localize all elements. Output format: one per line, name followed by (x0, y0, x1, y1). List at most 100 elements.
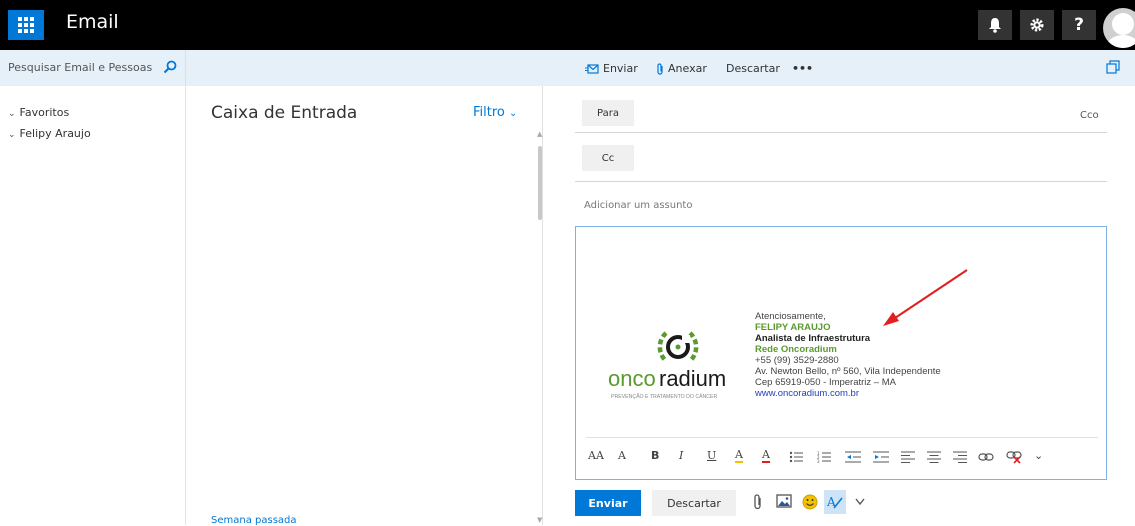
chevron-down-icon: ⌄ (8, 130, 16, 140)
insert-picture-icon[interactable] (776, 494, 792, 508)
attach-command[interactable]: Anexar (656, 62, 707, 75)
numbering-icon[interactable]: 123 (817, 451, 831, 463)
send-mail-icon (585, 63, 599, 74)
signature-company: Rede Oncoradium (755, 344, 837, 355)
font-size-down-label: AA (588, 449, 604, 462)
nav-item-label: Favoritos (19, 106, 70, 119)
chevron-down-icon: ⌄ (509, 108, 518, 119)
more-formatting-button[interactable]: ⌄ (1034, 449, 1043, 462)
bcc-button[interactable]: Cco (1080, 110, 1099, 121)
nav-item-account[interactable]: ⌄ Felipy Araujo (8, 127, 91, 140)
attach-command-label: Anexar (668, 62, 707, 75)
divider (575, 181, 1107, 182)
send-button[interactable]: Enviar (575, 490, 641, 516)
scroll-up-arrow[interactable]: ▲ (537, 130, 542, 138)
avatar[interactable] (1103, 8, 1135, 48)
filter-button[interactable]: Filtro ⌄ (473, 105, 517, 120)
align-right-icon[interactable] (953, 451, 967, 463)
settings-button[interactable] (1020, 10, 1054, 40)
send-command-label: Enviar (603, 62, 638, 75)
signature-phone: +55 (99) 3529-2880 (755, 355, 839, 366)
compose-actions: Enviar Descartar A (575, 488, 1107, 518)
signature-name: FELIPY ARAUJO (755, 322, 831, 333)
highlight-button[interactable]: A (735, 449, 743, 463)
font-size-increase-button[interactable]: A (618, 449, 626, 462)
radium-symbol-icon: onco radium PREVENÇÃO E TRATAMENTO DO CÂ… (608, 331, 726, 400)
divider (575, 132, 1107, 133)
signature-greeting: Atenciosamente, (755, 311, 826, 322)
outdent-icon[interactable] (845, 451, 861, 463)
popout-icon[interactable] (1106, 60, 1120, 74)
nav-item-label: Felipy Araujo (19, 127, 91, 140)
signature-address: Av. Newton Bello, nº 560, Vila Independe… (755, 366, 941, 377)
emoji-icon[interactable] (802, 494, 818, 510)
discard-command[interactable]: Descartar (726, 62, 780, 75)
command-bar: Enviar Anexar Descartar ••• (186, 50, 1135, 86)
bold-button[interactable]: B (651, 449, 659, 462)
compose-pane: Para Cco Cc Adicionar um assunto onco ra… (560, 86, 1135, 525)
discard-button[interactable]: Descartar (652, 490, 736, 516)
chevron-down-icon: ⌄ (8, 109, 16, 119)
scroll-down-arrow[interactable]: ▼ (537, 516, 542, 524)
group-header: Semana passada (211, 515, 297, 526)
search-icon[interactable] (163, 60, 177, 74)
signature-website-link[interactable]: www.oncoradium.com.br (755, 388, 941, 399)
underline-button[interactable]: U (707, 449, 716, 462)
link-icon[interactable] (978, 452, 994, 462)
scrollbar-thumb[interactable] (538, 146, 542, 220)
font-color-button[interactable]: A (762, 449, 770, 463)
align-left-icon[interactable] (901, 451, 915, 463)
search-input[interactable]: Pesquisar Email e Pessoas (8, 61, 152, 74)
italic-button[interactable]: I (679, 449, 683, 462)
message-list: Caixa de Entrada Filtro ⌄ ▲ ▼ Semana pas… (187, 86, 543, 526)
email-signature: Atenciosamente, FELIPY ARAUJO Analista d… (755, 311, 941, 399)
subject-input[interactable]: Adicionar um assunto (584, 200, 692, 211)
font-size-up-label: A (618, 449, 626, 462)
align-center-icon[interactable] (927, 451, 941, 463)
more-icon: ••• (792, 62, 814, 75)
top-bar: Email ? (0, 0, 1135, 50)
folder-pane: ⌄ Favoritos ⌄ Felipy Araujo (0, 86, 186, 525)
cc-button[interactable]: Cc (582, 145, 634, 171)
waffle-icon (18, 17, 34, 33)
paperclip-icon[interactable] (753, 494, 763, 510)
logo-tagline: PREVENÇÃO E TRATAMENTO DO CÂNCER (611, 393, 718, 400)
chevron-down-icon[interactable] (855, 498, 865, 506)
message-body-editor[interactable]: onco radium PREVENÇÃO E TRATAMENTO DO CÂ… (575, 226, 1107, 480)
divider (586, 437, 1098, 438)
chevron-down-icon: ⌄ (1034, 449, 1044, 462)
font-size-decrease-button[interactable]: AA (588, 449, 604, 462)
to-button[interactable]: Para (582, 100, 634, 126)
gear-icon (1030, 18, 1044, 32)
nav-item-favorites[interactable]: ⌄ Favoritos (8, 106, 69, 119)
notifications-button[interactable] (978, 10, 1012, 40)
unlink-icon[interactable] (1006, 450, 1022, 464)
question-icon: ? (1074, 15, 1084, 35)
logo-word-onco: onco (608, 366, 656, 391)
oncoradium-logo: onco radium PREVENÇÃO E TRATAMENTO DO CÂ… (608, 319, 748, 407)
signature-button[interactable]: A (824, 490, 846, 514)
filter-label: Filtro (473, 105, 505, 120)
bold-label: B (651, 449, 660, 462)
italic-label: I (679, 449, 684, 462)
signature-cep: Cep 65919-050 - Imperatriz – MA (755, 377, 896, 388)
highlight-label: A (735, 448, 743, 461)
app-launcher-button[interactable] (8, 10, 44, 40)
font-color-label: A (762, 448, 770, 461)
logo-word-radium: radium (659, 366, 726, 391)
app-title: Email (66, 11, 119, 33)
search-box[interactable]: Pesquisar Email e Pessoas (0, 50, 186, 86)
indent-icon[interactable] (873, 451, 889, 463)
bullets-icon[interactable] (789, 451, 803, 463)
help-button[interactable]: ? (1062, 10, 1096, 40)
more-commands-button[interactable]: ••• (792, 62, 813, 75)
inbox-title: Caixa de Entrada (211, 103, 358, 123)
paperclip-icon (657, 62, 663, 75)
signature-pen-icon: A (827, 495, 843, 509)
underline-label: U (707, 449, 717, 462)
discard-command-label: Descartar (726, 62, 780, 75)
signature-role: Analista de Infraestrutura (755, 333, 871, 344)
bell-icon (989, 18, 1001, 33)
send-command[interactable]: Enviar (585, 62, 638, 75)
svg-text:3: 3 (817, 459, 820, 463)
